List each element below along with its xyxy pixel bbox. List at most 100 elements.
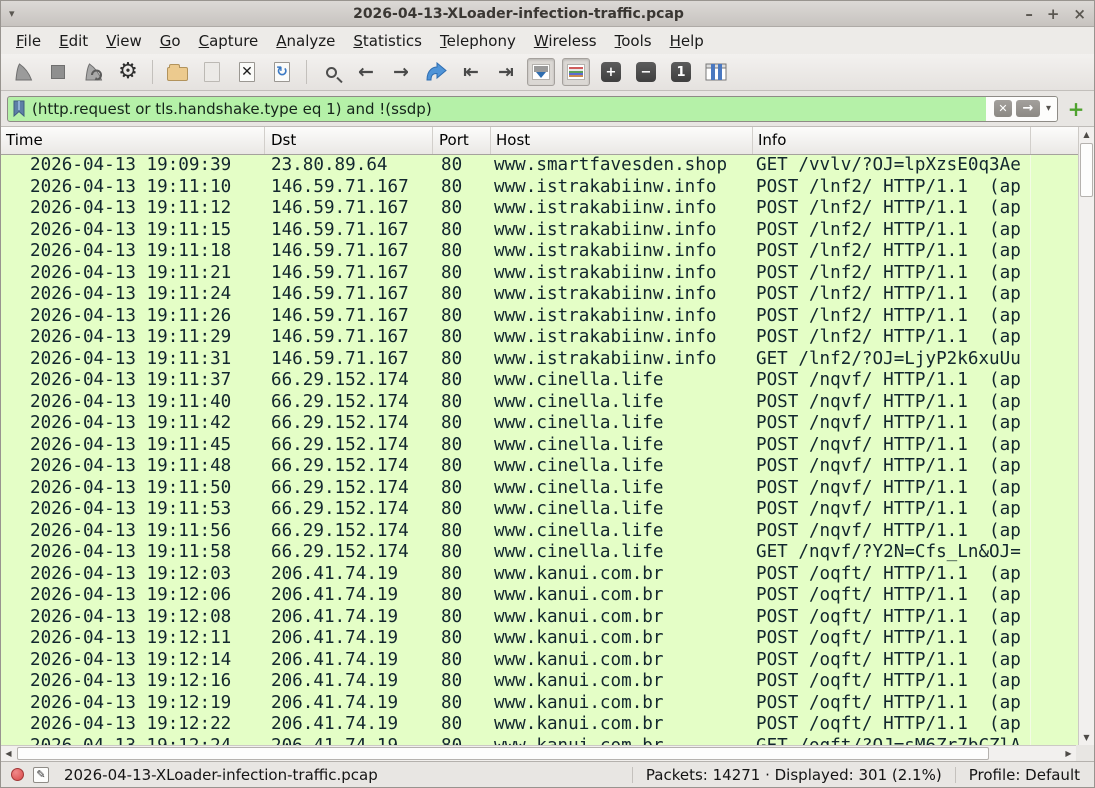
column-header-dst[interactable]: Dst: [265, 127, 433, 154]
find-packet-button[interactable]: [317, 58, 345, 86]
maximize-button[interactable]: +: [1047, 5, 1060, 23]
packet-row[interactable]: 2026-04-13 19:11:4066.29.152.17480www.ci…: [1, 392, 1078, 414]
packet-row[interactable]: 2026-04-13 19:11:4866.29.152.17480www.ci…: [1, 456, 1078, 478]
menu-view[interactable]: View: [97, 29, 151, 53]
zoom-out-button[interactable]: −: [632, 58, 660, 86]
vertical-scroll-thumb[interactable]: [1080, 143, 1093, 197]
vertical-scrollbar[interactable]: ▲ ▼: [1078, 127, 1094, 745]
menu-statistics[interactable]: Statistics: [344, 29, 431, 53]
cell-time: 2026-04-13 19:11:18: [1, 241, 265, 263]
packet-row[interactable]: 2026-04-13 19:11:24146.59.71.16780www.is…: [1, 284, 1078, 306]
packet-row[interactable]: 2026-04-13 19:11:29146.59.71.16780www.is…: [1, 327, 1078, 349]
packet-row[interactable]: 2026-04-13 19:11:15146.59.71.16780www.is…: [1, 220, 1078, 242]
packet-row[interactable]: 2026-04-13 19:12:08206.41.74.1980www.kan…: [1, 607, 1078, 629]
column-header-port[interactable]: Port: [433, 127, 491, 154]
minimize-button[interactable]: –: [1025, 5, 1033, 23]
save-file-button[interactable]: [198, 58, 226, 86]
go-back-button[interactable]: ←: [352, 58, 380, 86]
restart-capture-button[interactable]: [79, 58, 107, 86]
packet-row[interactable]: 2026-04-13 19:11:5366.29.152.17480www.ci…: [1, 499, 1078, 521]
capture-options-button[interactable]: ⚙: [114, 58, 142, 86]
packet-row[interactable]: 2026-04-13 19:11:5066.29.152.17480www.ci…: [1, 478, 1078, 500]
packet-row[interactable]: 2026-04-13 19:12:06206.41.74.1980www.kan…: [1, 585, 1078, 607]
scroll-down-icon[interactable]: ▼: [1079, 730, 1094, 745]
profile-indicator[interactable]: Profile: Default: [965, 766, 1084, 784]
cell-info: POST /lnf2/ HTTP/1.1 (ap: [753, 306, 1031, 328]
column-header-host[interactable]: Host: [491, 127, 753, 154]
filter-input[interactable]: [30, 97, 986, 121]
packet-row[interactable]: 2026-04-13 19:11:5666.29.152.17480www.ci…: [1, 521, 1078, 543]
go-to-packet-button[interactable]: [422, 58, 450, 86]
filter-add-button[interactable]: +: [1064, 97, 1088, 121]
wireshark-window: ▾ 2026-04-13-XLoader-infection-traffic.p…: [0, 0, 1095, 788]
go-forward-button[interactable]: →: [387, 58, 415, 86]
vertical-scroll-track[interactable]: [1079, 142, 1094, 730]
packet-row[interactable]: 2026-04-13 19:11:3766.29.152.17480www.ci…: [1, 370, 1078, 392]
filter-bookmark-icon[interactable]: [8, 97, 30, 121]
normal-size-button[interactable]: 1: [667, 58, 695, 86]
close-button[interactable]: ×: [1073, 5, 1086, 23]
packet-row[interactable]: 2026-04-13 19:12:22206.41.74.1980www.kan…: [1, 714, 1078, 736]
menu-help[interactable]: Help: [661, 29, 713, 53]
capture-comment-icon[interactable]: ✎: [33, 767, 49, 783]
cell-port: 80: [433, 456, 491, 478]
menu-go[interactable]: Go: [151, 29, 190, 53]
menu-edit[interactable]: Edit: [50, 29, 97, 53]
close-file-button[interactable]: ✕: [233, 58, 261, 86]
packet-row[interactable]: 2026-04-13 19:11:4266.29.152.17480www.ci…: [1, 413, 1078, 435]
packet-row[interactable]: 2026-04-13 19:11:31146.59.71.16780www.is…: [1, 349, 1078, 371]
start-capture-button[interactable]: [9, 58, 37, 86]
menu-capture[interactable]: Capture: [190, 29, 268, 53]
cell-info: POST /nqvf/ HTTP/1.1 (ap: [753, 435, 1031, 457]
cell-port: 80: [433, 284, 491, 306]
open-file-button[interactable]: [163, 58, 191, 86]
colorize-toggle[interactable]: [562, 58, 590, 86]
column-header-time[interactable]: Time: [1, 127, 265, 154]
packet-row[interactable]: 2026-04-13 19:12:14206.41.74.1980www.kan…: [1, 650, 1078, 672]
packet-row[interactable]: 2026-04-13 19:11:12146.59.71.16780www.is…: [1, 198, 1078, 220]
packet-row[interactable]: 2026-04-13 19:12:03206.41.74.1980www.kan…: [1, 564, 1078, 586]
packet-row[interactable]: 2026-04-13 19:09:3923.80.89.6480www.smar…: [1, 155, 1078, 177]
expert-info-icon[interactable]: [11, 768, 24, 781]
column-header-info[interactable]: Info: [753, 127, 1031, 154]
resize-columns-button[interactable]: [702, 58, 730, 86]
filter-apply-button[interactable]: →: [1016, 100, 1040, 117]
cell-info: POST /nqvf/ HTTP/1.1 (ap: [753, 392, 1031, 414]
horizontal-scrollbar[interactable]: ◀ ▶: [1, 745, 1076, 761]
last-packet-button[interactable]: ⇥: [492, 58, 520, 86]
menu-analyze[interactable]: Analyze: [267, 29, 344, 53]
packet-row[interactable]: 2026-04-13 19:11:5866.29.152.17480www.ci…: [1, 542, 1078, 564]
cell-info: POST /lnf2/ HTTP/1.1 (ap: [753, 220, 1031, 242]
packet-row[interactable]: 2026-04-13 19:11:21146.59.71.16780www.is…: [1, 263, 1078, 285]
window-menu-icon[interactable]: ▾: [9, 7, 29, 20]
packet-row[interactable]: 2026-04-13 19:12:19206.41.74.1980www.kan…: [1, 693, 1078, 715]
first-packet-icon: ⇤: [463, 62, 479, 82]
packet-header: TimeDstPortHostInfo: [1, 127, 1078, 155]
menu-wireless[interactable]: Wireless: [525, 29, 606, 53]
menu-file[interactable]: File: [7, 29, 50, 53]
scroll-right-icon[interactable]: ▶: [1061, 749, 1076, 758]
packet-row[interactable]: 2026-04-13 19:12:24206.41.74.1980www.kan…: [1, 736, 1078, 746]
horizontal-scroll-track[interactable]: [16, 746, 1061, 761]
cell-port: 80: [433, 392, 491, 414]
menu-tools[interactable]: Tools: [606, 29, 661, 53]
packet-row[interactable]: 2026-04-13 19:11:10146.59.71.16780www.is…: [1, 177, 1078, 199]
packet-row[interactable]: 2026-04-13 19:11:26146.59.71.16780www.is…: [1, 306, 1078, 328]
first-packet-button[interactable]: ⇤: [457, 58, 485, 86]
scroll-left-icon[interactable]: ◀: [1, 749, 16, 758]
menu-telephony[interactable]: Telephony: [431, 29, 525, 53]
filter-clear-button[interactable]: ✕: [994, 100, 1012, 117]
cell-host: www.istrakabiinw.info: [491, 327, 753, 349]
packet-row[interactable]: 2026-04-13 19:12:16206.41.74.1980www.kan…: [1, 671, 1078, 693]
scroll-up-icon[interactable]: ▲: [1079, 127, 1094, 142]
packet-row[interactable]: 2026-04-13 19:11:18146.59.71.16780www.is…: [1, 241, 1078, 263]
horizontal-scroll-thumb[interactable]: [17, 747, 989, 760]
stop-capture-button[interactable]: [44, 58, 72, 86]
zoom-in-button[interactable]: +: [597, 58, 625, 86]
packet-row[interactable]: 2026-04-13 19:11:4566.29.152.17480www.ci…: [1, 435, 1078, 457]
auto-scroll-toggle[interactable]: [527, 58, 555, 86]
cell-filler: [1031, 456, 1078, 478]
filter-dropdown-icon[interactable]: ▾: [1044, 103, 1051, 114]
reload-file-button[interactable]: ↻: [268, 58, 296, 86]
packet-row[interactable]: 2026-04-13 19:12:11206.41.74.1980www.kan…: [1, 628, 1078, 650]
